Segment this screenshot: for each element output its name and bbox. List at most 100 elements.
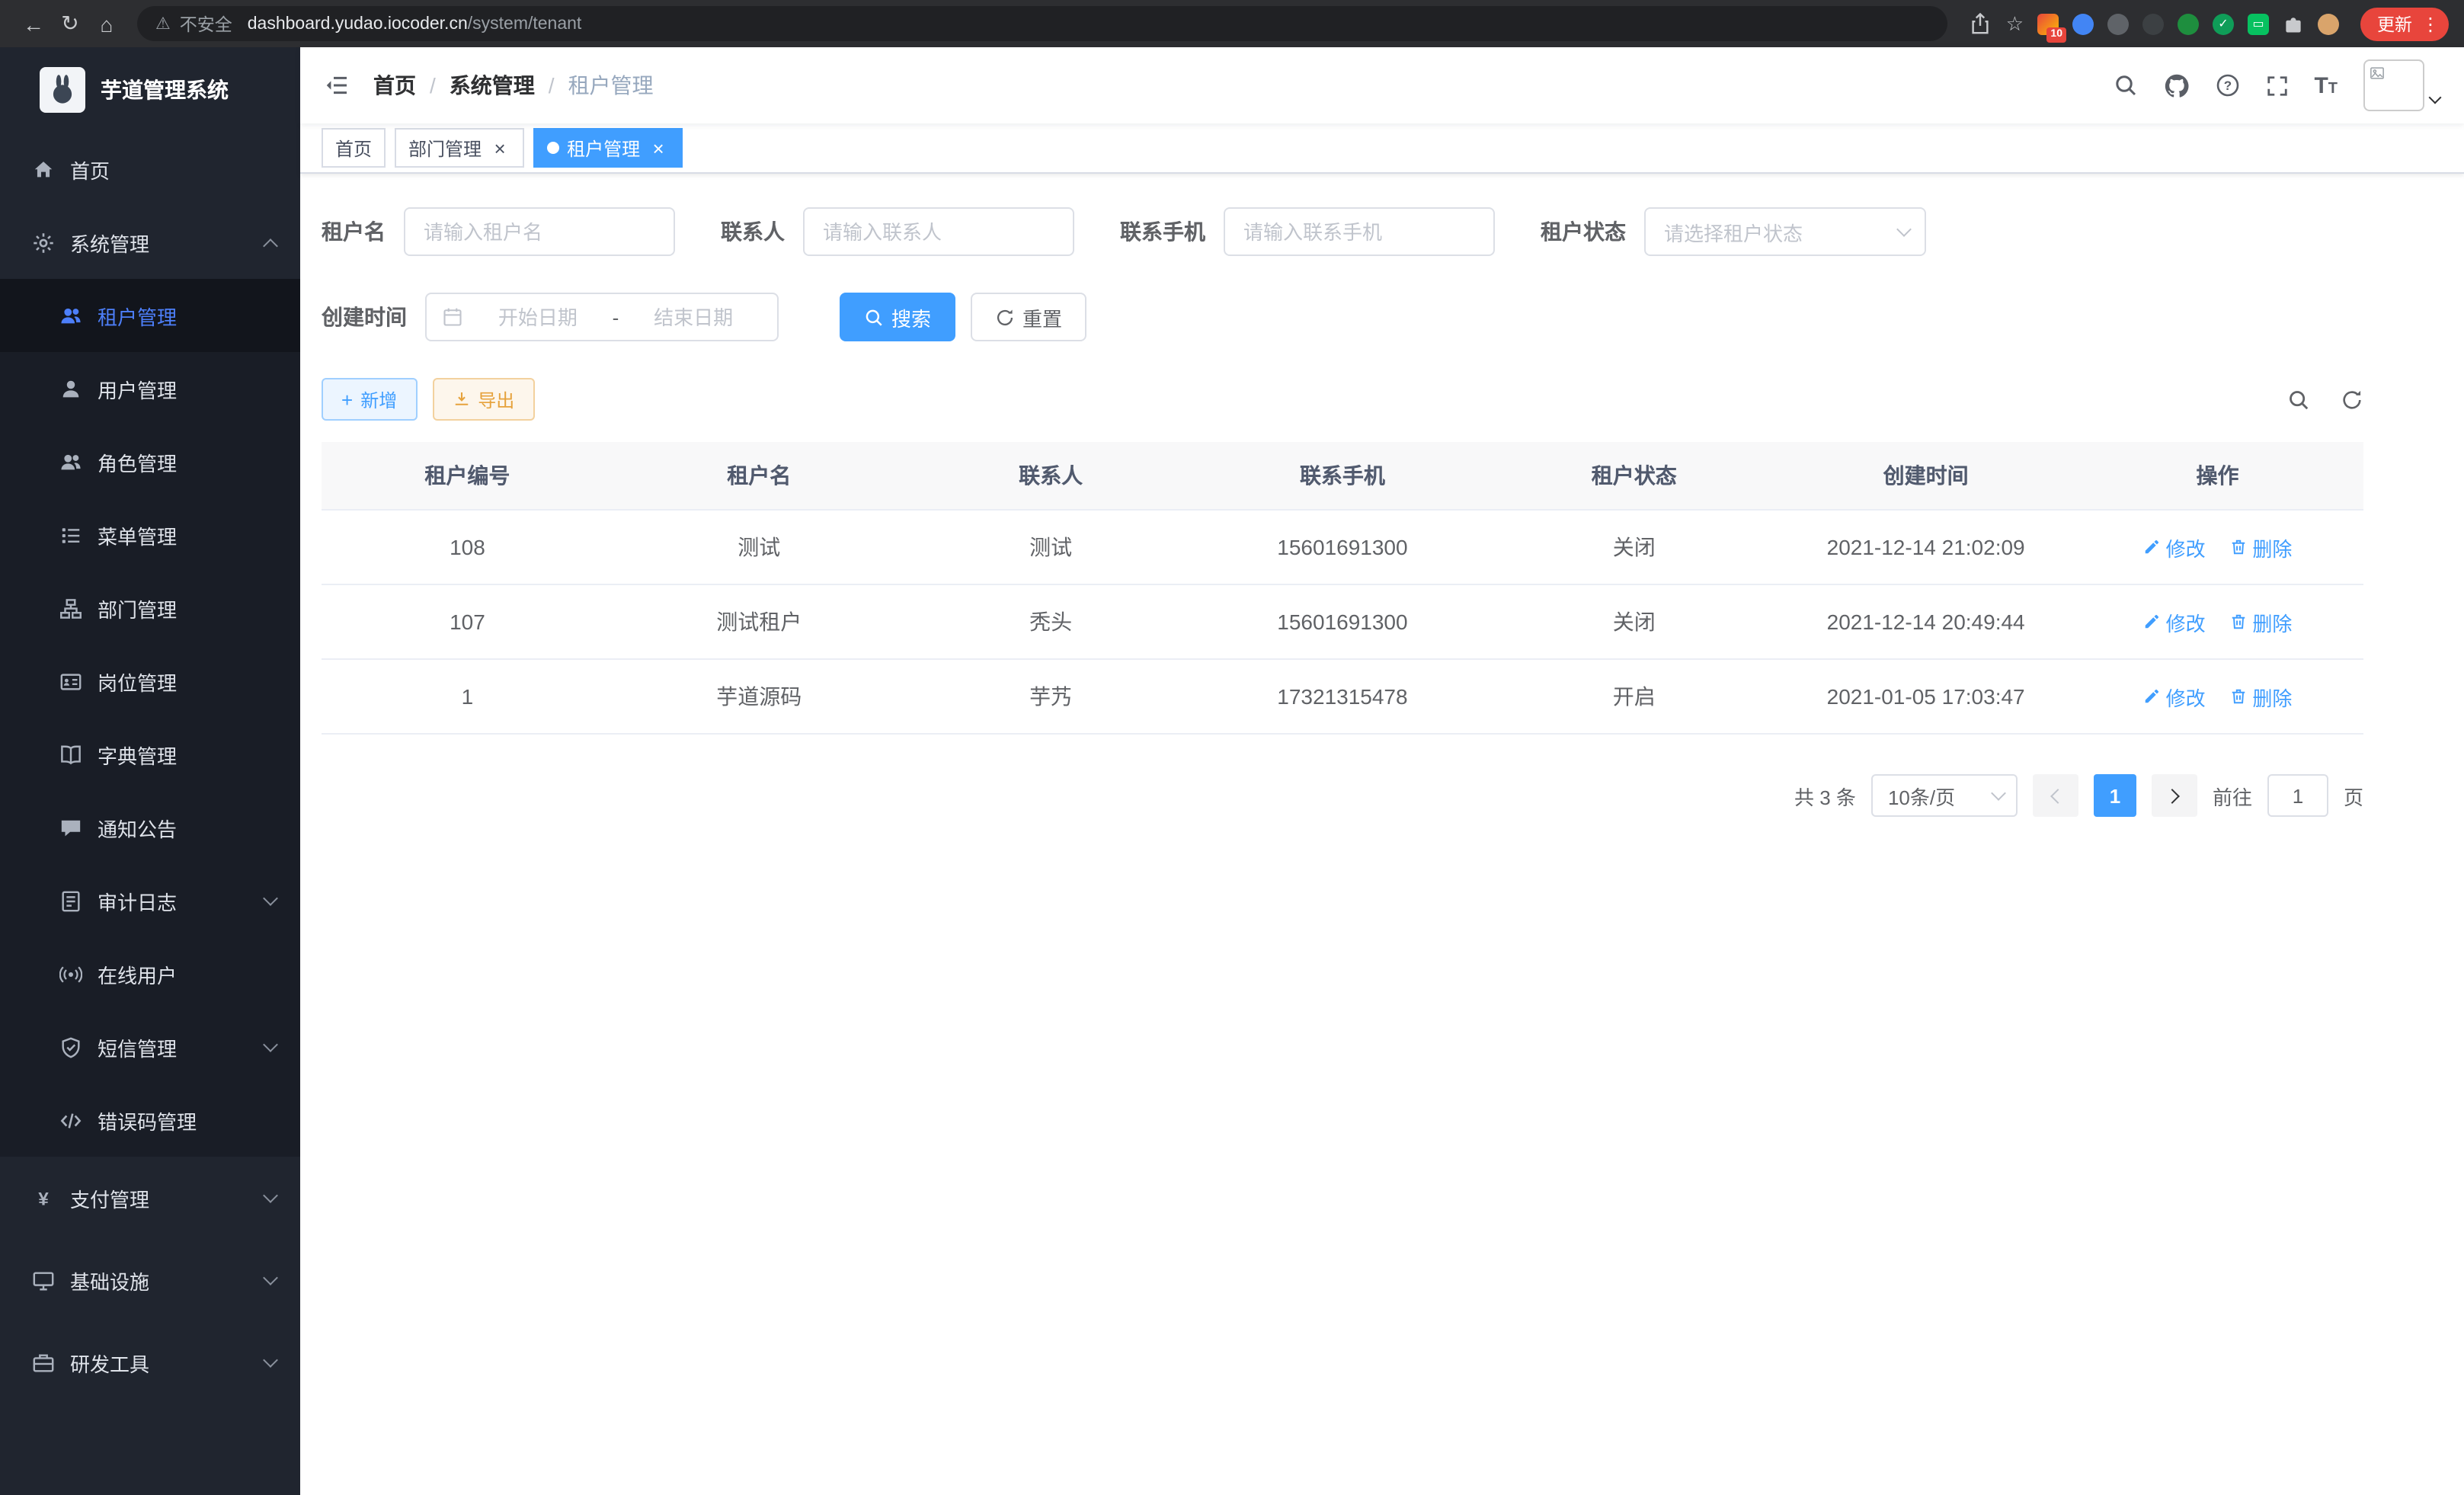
tab-tenant[interactable]: 租户管理× [533,128,683,168]
breadcrumb-system[interactable]: 系统管理 [450,70,535,101]
breadcrumb-home[interactable]: 首页 [373,70,416,101]
browser-address-bar[interactable]: ⚠ 不安全 dashboard.yudao.iocoder.cn/system/… [137,6,1948,41]
sidebar-item-audit-log[interactable]: 审计日志 [0,864,300,937]
sidebar-item-dept[interactable]: 部门管理 [0,571,300,645]
goto-page-input[interactable] [2267,774,2328,817]
sidebar-item-label: 菜单管理 [98,520,276,549]
close-icon[interactable]: × [489,137,510,158]
reset-button[interactable]: 重置 [971,293,1086,341]
tenant-table: 租户编号 租户名 联系人 联系手机 租户状态 创建时间 操作 108 测试 [322,442,2363,735]
delete-button[interactable]: 删除 [2229,682,2292,711]
list-icon [58,523,82,547]
filter-label: 联系手机 [1120,216,1205,247]
user-avatar-menu[interactable] [2363,59,2440,111]
bookmark-star-icon[interactable]: ☆ [2006,11,2024,36]
profile-avatar-icon[interactable] [2318,13,2339,34]
tab-home[interactable]: 首页 [322,128,386,168]
font-size-icon[interactable]: TT [2314,72,2338,98]
browser-reload-button[interactable]: ↻ [52,11,88,37]
search-icon[interactable] [2113,73,2137,98]
toolbar-right-icons [2287,388,2363,411]
sidebar-item-menu[interactable]: 菜单管理 [0,498,300,571]
sidebar-item-user[interactable]: 用户管理 [0,352,300,425]
extension-icon-green-check[interactable]: ✓ [2213,13,2234,34]
toggle-search-icon[interactable] [2287,388,2310,411]
filter-phone: 联系手机 [1120,207,1495,256]
extensions-puzzle-icon[interactable] [2283,13,2304,34]
sidebar-item-online-user[interactable]: 在线用户 [0,937,300,1010]
extension-icon-blue[interactable] [2072,13,2094,34]
table-row: 107 测试租户 秃头 15601691300 关闭 2021-12-14 20… [322,584,2363,659]
sidebar-item-role[interactable]: 角色管理 [0,425,300,498]
date-end-input[interactable] [625,306,762,328]
sidebar-logo[interactable]: 芋道管理系统 [0,47,300,133]
sidebar-toggle-button[interactable] [325,73,349,98]
extension-icon-gray[interactable] [2107,13,2129,34]
sidebar-item-pay[interactable]: 支付管理 [0,1157,300,1239]
fullscreen-icon[interactable] [2265,74,2288,97]
prev-page-button[interactable] [2033,774,2078,817]
phone-input[interactable] [1224,207,1495,256]
broadcast-icon [58,962,82,986]
page-size-select[interactable]: 10条/页 [1871,774,2018,817]
not-secure-label: 不安全 [180,11,232,36]
delete-label: 删除 [2252,682,2292,711]
browser-home-button[interactable]: ⌂ [88,11,125,36]
cell-phone: 15601691300 [1197,510,1489,584]
share-icon[interactable] [1970,12,1992,35]
extension-icon-green-square[interactable]: ▭ [2248,13,2269,34]
sidebar-item-home[interactable]: 首页 [0,133,300,206]
id-badge-icon [58,669,82,693]
sidebar-item-tenant[interactable]: 租户管理 [0,279,300,352]
close-icon[interactable]: × [648,137,669,158]
cell-status: 关闭 [1488,510,1780,584]
edit-button[interactable]: 修改 [2143,607,2206,636]
tenant-name-input[interactable] [404,207,675,256]
cell-tenant-name: 芋道源码 [613,659,905,734]
sidebar-item-infra[interactable]: 基础设施 [0,1239,300,1321]
sidebar-item-error-code[interactable]: 错误码管理 [0,1084,300,1157]
delete-button[interactable]: 删除 [2229,533,2292,562]
sidebar-item-dict[interactable]: 字典管理 [0,718,300,791]
monitor-icon [30,1268,55,1292]
search-button-label: 搜索 [891,303,931,331]
tab-label: 部门管理 [408,135,482,161]
delete-button[interactable]: 删除 [2229,607,2292,636]
add-button[interactable]: +新增 [322,378,417,421]
sidebar-item-notice[interactable]: 通知公告 [0,791,300,864]
export-button[interactable]: 导出 [432,378,534,421]
status-select[interactable]: 请选择租户状态 [1644,207,1926,256]
tags-view-bar: 首页 部门管理 × 租户管理× [300,123,2464,174]
refresh-icon[interactable] [2341,388,2363,411]
chat-icon: ▭ [2248,13,2269,34]
browser-menu-icon[interactable]: ⋮ [2421,13,2440,34]
select-placeholder: 请选择租户状态 [1664,217,1899,246]
tab-dept[interactable]: 部门管理 × [395,128,524,168]
edit-button[interactable]: 修改 [2143,533,2206,562]
sidebar-item-sms[interactable]: 短信管理 [0,1010,300,1084]
sidebar-item-label: 在线用户 [98,959,276,988]
filter-status: 租户状态 请选择租户状态 [1541,207,1926,256]
sidebar-item-system[interactable]: 系统管理 [0,206,300,279]
page-number-1[interactable]: 1 [2094,774,2136,817]
edit-button[interactable]: 修改 [2143,682,2206,711]
search-button[interactable]: 搜索 [840,293,955,341]
sidebar-item-post[interactable]: 岗位管理 [0,645,300,718]
edit-label: 修改 [2166,607,2206,636]
next-page-button[interactable] [2152,774,2197,817]
extension-icon-dark[interactable] [2142,13,2164,34]
extension-icon-badged[interactable]: 10 [2037,13,2059,34]
filter-label: 租户名 [322,216,386,247]
github-icon[interactable] [2163,72,2189,98]
sidebar-item-label: 支付管理 [70,1183,250,1212]
help-icon[interactable] [2215,73,2239,98]
date-start-input[interactable] [469,306,606,328]
contact-input[interactable] [803,207,1074,256]
chevron-down-icon [263,890,278,905]
sidebar-item-dev-tools[interactable]: 研发工具 [0,1321,300,1404]
document-icon [58,888,82,913]
extension-icon-green[interactable] [2178,13,2199,34]
date-range-picker[interactable]: - [425,293,779,341]
browser-update-button[interactable]: 更新⋮ [2360,7,2449,40]
browser-back-button[interactable]: ← [15,11,52,36]
